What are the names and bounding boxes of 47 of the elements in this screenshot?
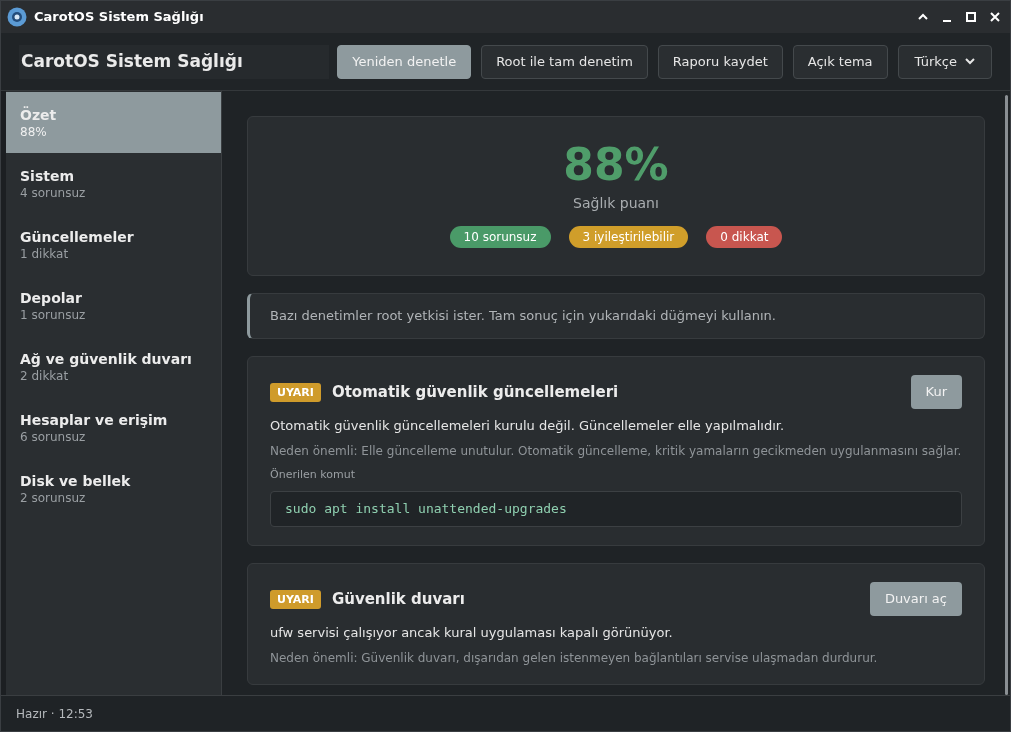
item-title: Disk ve bellek: [20, 471, 132, 490]
sidebar-item[interactable]: Disk ve bellek 2 sorunsuz: [6, 458, 221, 519]
item-subtitle: 88%: [20, 123, 48, 140]
maximize-icon[interactable]: [964, 10, 978, 24]
window-title: CarotOS Sistem Sağlığı: [34, 8, 204, 27]
command-label: Önerilen komut: [270, 466, 356, 483]
toolbar-button[interactable]: Root ile tam denetim: [481, 44, 648, 79]
status-pill: 10 sorunsuz: [449, 226, 551, 248]
command-text: sudo apt install unattended-upgrades: [285, 500, 567, 519]
sidebar-item[interactable]: Güncellemeler 1 dikkat: [6, 214, 221, 275]
scrollbar[interactable]: [1005, 95, 1008, 695]
notice-text: Bazı denetimler root yetkisi ister. Tam sonuç için yukarıdaki düğmeyi kullanın.: [270, 307, 776, 326]
finding-title: Güvenlik duvarı: [331, 588, 465, 610]
status-text: Hazır · 12:53: [16, 705, 93, 723]
item-title: Ağ ve güvenlik duvarı: [20, 349, 193, 368]
item-subtitle: 2 sorunsuz: [20, 489, 87, 506]
finding-description: Otomatik güvenlik güncellemeleri kurulu değil. Güncellemeler elle yapılmalıdır.: [270, 417, 786, 435]
status-pill: 3 iyileştirilebilir: [568, 226, 689, 248]
sidebar-item[interactable]: Sistem 4 sorunsuz: [6, 153, 221, 214]
severity-tag: UYARI: [270, 382, 321, 402]
health-score: 88%: [563, 139, 669, 191]
toolbar-button[interactable]: Açık tema: [792, 44, 888, 79]
severity-tag: UYARI: [270, 589, 321, 609]
score-label: Sağlık puanı: [573, 194, 659, 213]
sidebar-item[interactable]: Hesaplar ve erişim 6 sorunsuz: [6, 397, 221, 458]
finding-title: Otomatik güvenlik güncellemeleri: [331, 381, 619, 403]
item-subtitle: 1 dikkat: [20, 245, 70, 262]
item-subtitle: 2 dikkat: [20, 367, 70, 384]
toolbar-button[interactable]: Raporu kaydet: [657, 44, 783, 79]
item-title: Sistem: [20, 166, 75, 185]
importance-note: Neden önemli: Elle güncelleme unutulur. Otomatik güncelleme, kritik yamaların gecikmeden uygulanmasını sağlar.: [270, 443, 962, 459]
item-title: Güncellemeler: [20, 227, 135, 246]
status-pill: 0 dikkat: [706, 226, 783, 248]
item-subtitle: 1 sorunsuz: [20, 306, 87, 323]
item-title: Depolar: [20, 288, 83, 307]
chevron-down-icon: [965, 58, 975, 65]
sidebar-item[interactable]: Depolar 1 sorunsuz: [6, 275, 221, 336]
item-title: Hesaplar ve erişim: [20, 410, 169, 429]
item-subtitle: 6 sorunsuz: [20, 428, 87, 445]
app-title: CarotOS Sistem Sağlığı: [19, 44, 329, 79]
finding-description: ufw servisi çalışıyor ancak kural uygulaması kapalı görünüyor.: [270, 624, 674, 642]
close-icon[interactable]: [988, 10, 1002, 24]
language-dropdown[interactable]: Türkçe: [897, 44, 992, 79]
item-subtitle: 4 sorunsuz: [20, 184, 87, 201]
importance-note: Neden önemli: Güvenlik duvarı, dışarıdan gelen istenmeyen bağlantıları servise ulaşmadan durdurur.: [270, 650, 879, 666]
item-title: Özet: [20, 105, 58, 124]
sidebar-item[interactable]: Ağ ve güvenlik duvarı 2 dikkat: [6, 336, 221, 397]
